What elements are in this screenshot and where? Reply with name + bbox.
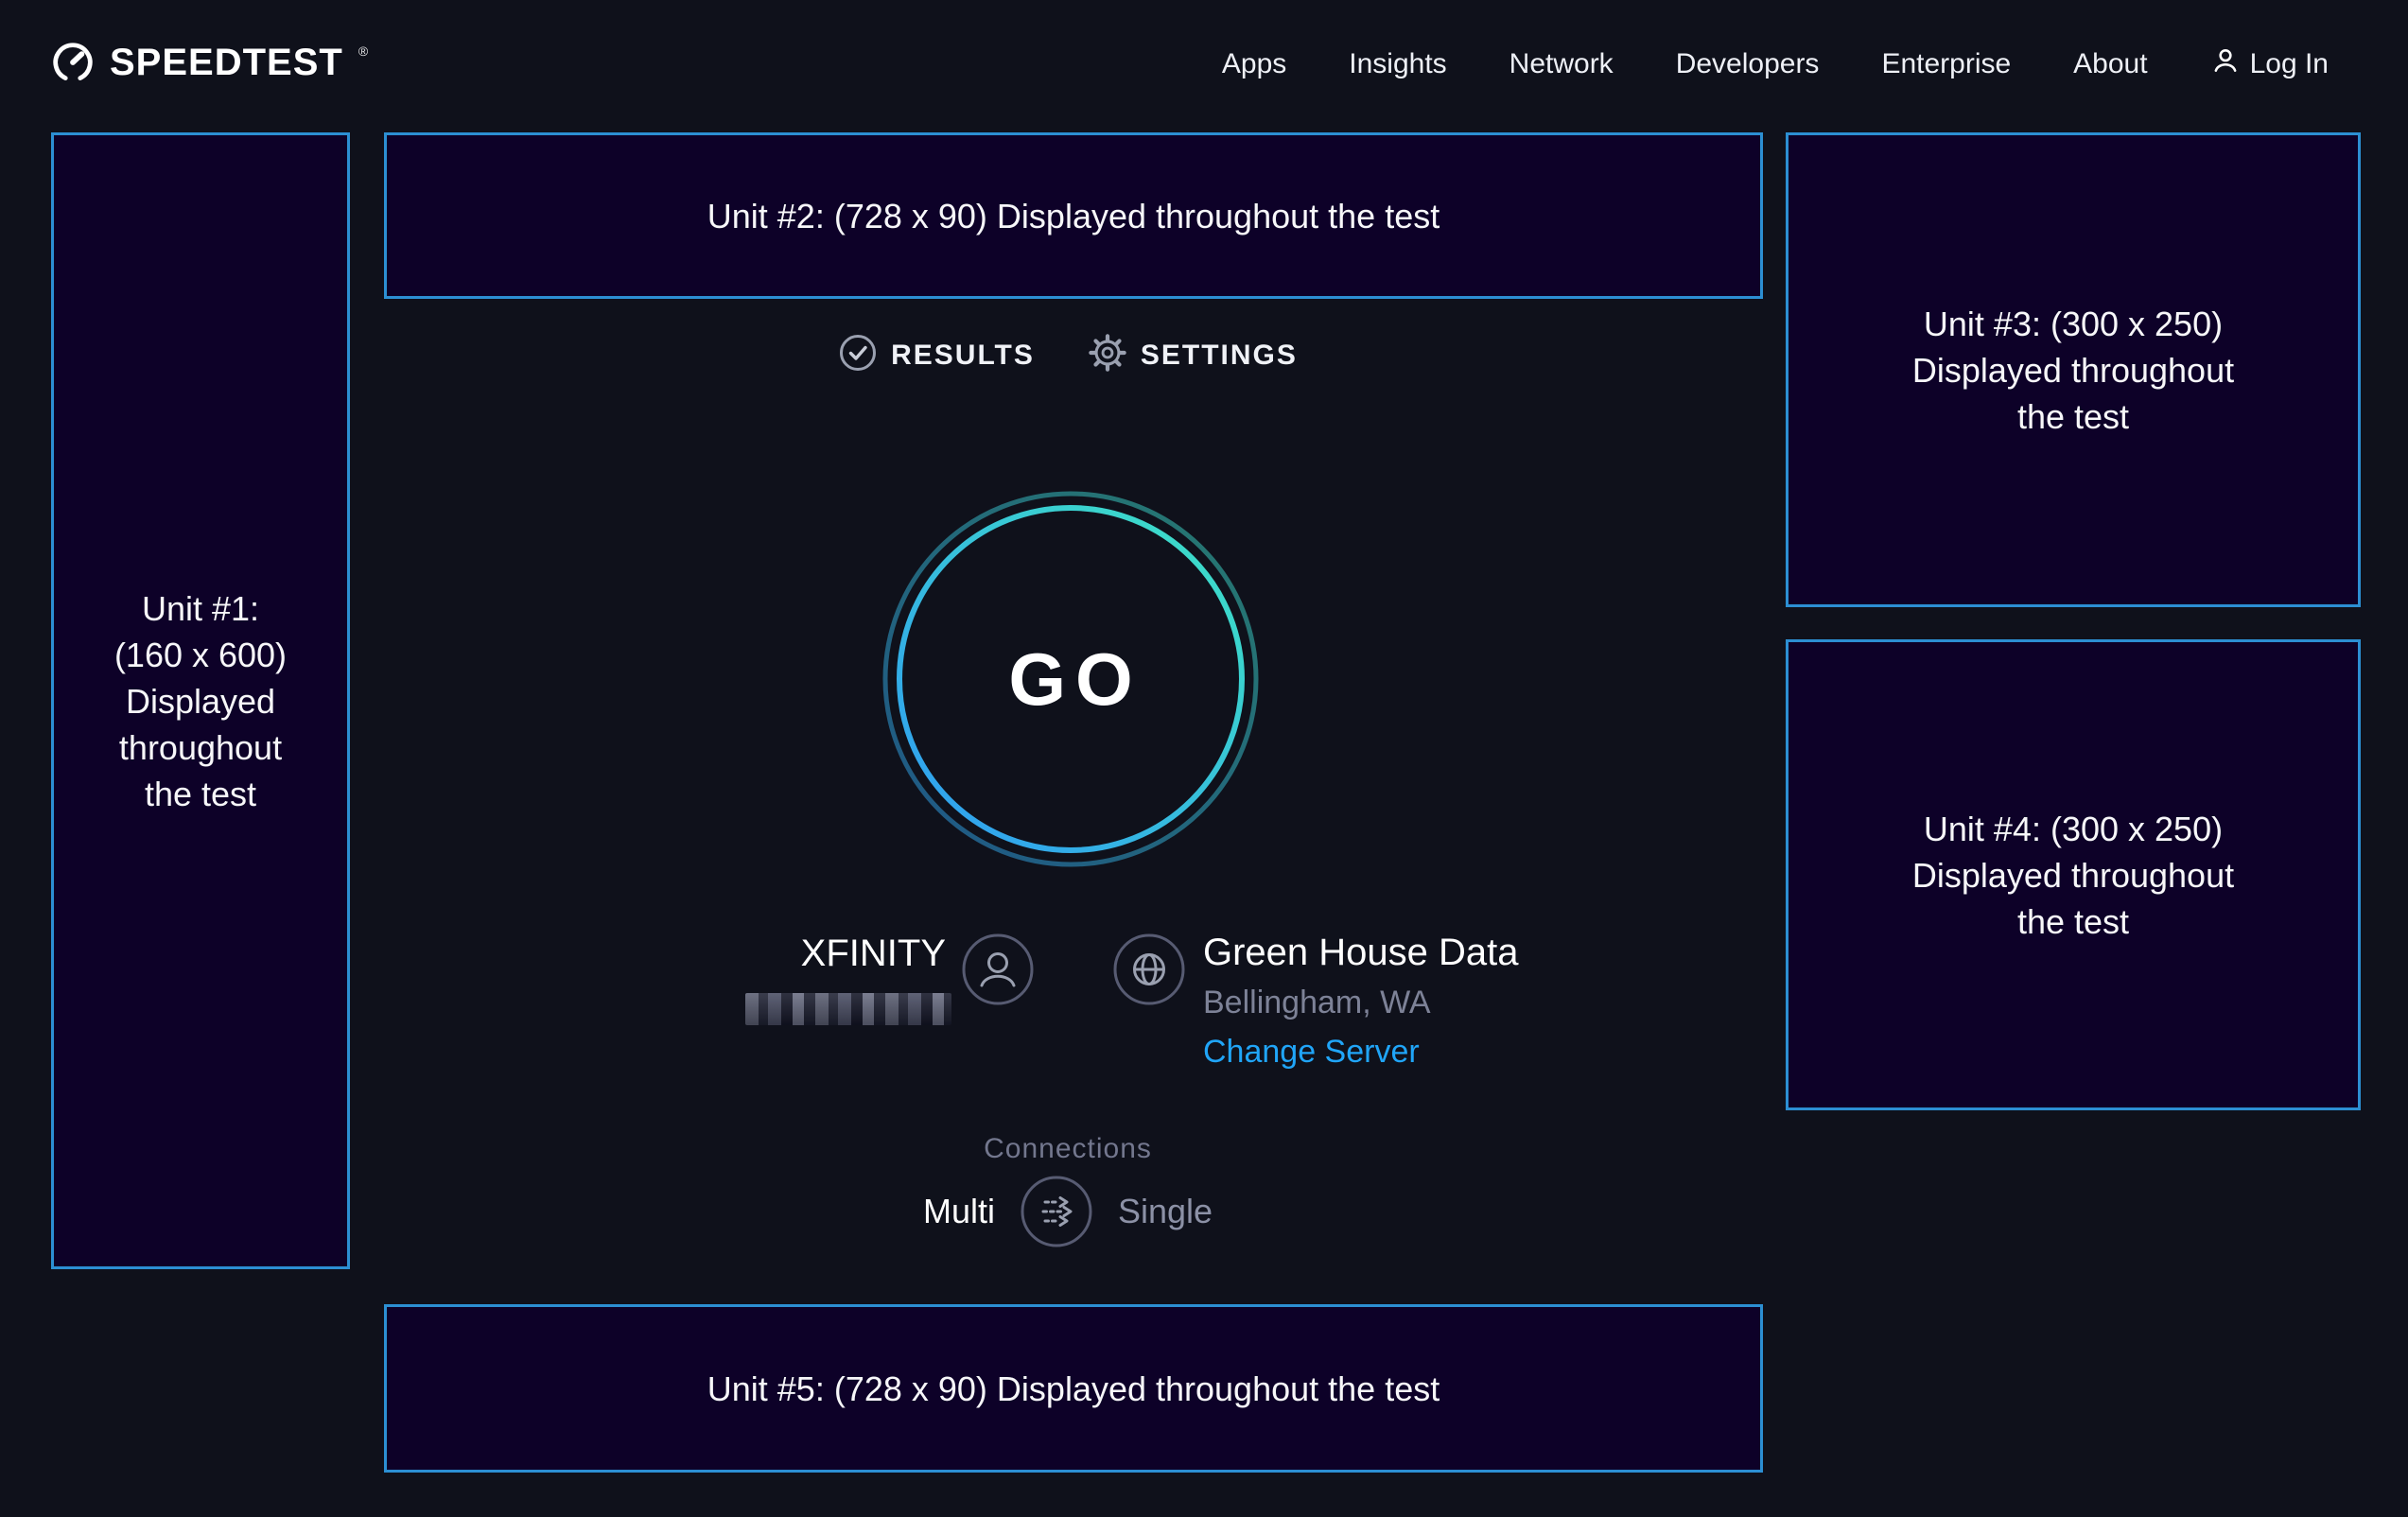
- nav-item-about[interactable]: About: [2073, 48, 2147, 80]
- change-server-link[interactable]: Change Server: [1203, 1033, 1420, 1071]
- view-tabs: RESULTS: [350, 333, 1786, 377]
- ad-unit-3-label: Unit #3: (300 x 250) Displayed throughou…: [1897, 301, 2249, 440]
- check-circle-icon: [838, 333, 878, 377]
- isp-name: XFINITY: [719, 933, 946, 975]
- login-link[interactable]: Log In: [2210, 45, 2329, 83]
- nav-item-developers[interactable]: Developers: [1676, 48, 1820, 80]
- ad-unit-1-label: Unit #1: (160 x 600) Displayed throughou…: [108, 585, 293, 817]
- person-icon: [2210, 45, 2241, 83]
- ad-unit-1: Unit #1: (160 x 600) Displayed throughou…: [51, 132, 350, 1269]
- tab-results-label: RESULTS: [891, 340, 1035, 372]
- server-info: Green House Data Bellingham, WA Change S…: [1203, 931, 1519, 1071]
- login-label: Log In: [2250, 48, 2329, 80]
- ad-unit-5: Unit #5: (728 x 90) Displayed throughout…: [384, 1304, 1763, 1473]
- ad-unit-2: Unit #2: (728 x 90) Displayed throughout…: [384, 132, 1763, 299]
- top-nav: SPEEDTEST ® Apps Insights Network Develo…: [0, 0, 2408, 129]
- ad-unit-4: Unit #4: (300 x 250) Displayed throughou…: [1786, 639, 2361, 1110]
- multi-label[interactable]: Multi: [923, 1192, 995, 1231]
- tab-results[interactable]: RESULTS: [838, 333, 1035, 377]
- logo-trademark: ®: [358, 44, 368, 58]
- logo-text: SPEEDTEST: [110, 41, 343, 84]
- go-button[interactable]: GO: [881, 490, 1260, 868]
- tab-settings[interactable]: SETTINGS: [1088, 333, 1298, 377]
- ad-unit-2-label: Unit #2: (728 x 90) Displayed throughout…: [707, 193, 1440, 239]
- ad-unit-3: Unit #3: (300 x 250) Displayed throughou…: [1786, 132, 2361, 607]
- ad-unit-5-label: Unit #5: (728 x 90) Displayed throughout…: [707, 1366, 1440, 1412]
- nav-menu: Apps Insights Network Developers Enterpr…: [1222, 45, 2329, 83]
- server-name: Green House Data: [1203, 931, 1519, 974]
- tab-settings-label: SETTINGS: [1141, 340, 1298, 372]
- connections-label: Connections: [350, 1133, 1786, 1165]
- nav-item-enterprise[interactable]: Enterprise: [1881, 48, 2011, 80]
- gear-icon: [1088, 333, 1127, 377]
- speedometer-icon: [51, 41, 95, 89]
- nav-item-apps[interactable]: Apps: [1222, 48, 1286, 80]
- connections-toggle[interactable]: [1020, 1175, 1093, 1248]
- isp-user-icon: [961, 933, 1035, 1006]
- globe-icon: [1112, 933, 1186, 1006]
- server-location: Bellingham, WA: [1203, 984, 1519, 1021]
- blurred-ip-address: [745, 993, 951, 1025]
- go-label: GO: [999, 636, 1142, 723]
- speedtest-page: SPEEDTEST ® Apps Insights Network Develo…: [0, 0, 2408, 1517]
- nav-item-insights[interactable]: Insights: [1349, 48, 1446, 80]
- single-label[interactable]: Single: [1118, 1192, 1213, 1231]
- speedtest-logo[interactable]: SPEEDTEST ®: [51, 41, 368, 89]
- ad-unit-4-label: Unit #4: (300 x 250) Displayed throughou…: [1897, 806, 2249, 945]
- nav-item-network[interactable]: Network: [1509, 48, 1614, 80]
- connections-row: Multi Single: [350, 1175, 1786, 1248]
